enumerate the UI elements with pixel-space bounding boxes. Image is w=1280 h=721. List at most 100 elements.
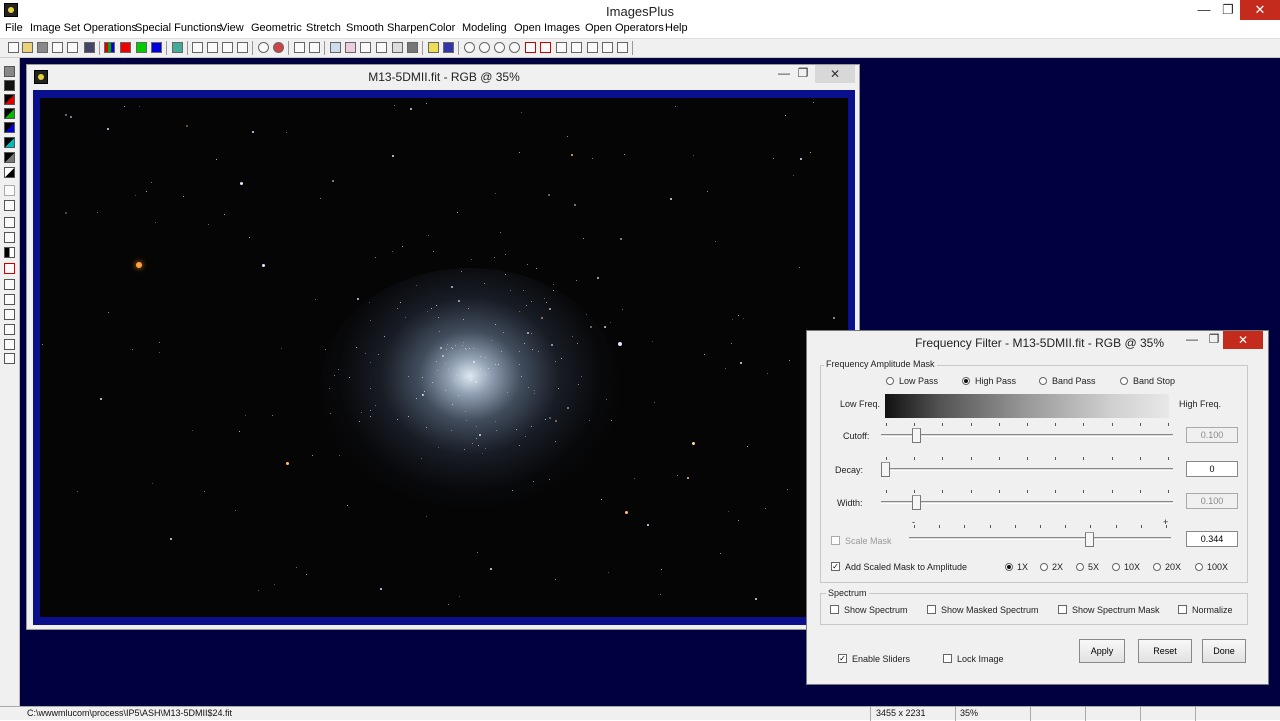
- arrow-up-icon[interactable]: [4, 294, 15, 305]
- window-size-3-icon[interactable]: [587, 42, 598, 53]
- frequency-filter-dialog[interactable]: Frequency Filter - M13-5DMII.fit - RGB @…: [806, 330, 1269, 685]
- grid-icon[interactable]: [172, 42, 183, 53]
- show-spectrum-mask-checkbox[interactable]: [1058, 605, 1067, 614]
- profile-icon[interactable]: [294, 42, 305, 53]
- arrow-right-icon[interactable]: [4, 309, 15, 320]
- scale-mask-slider[interactable]: [909, 525, 1171, 547]
- undo-all-icon[interactable]: [222, 42, 233, 53]
- crosshair-icon[interactable]: [376, 42, 387, 53]
- maximize-button[interactable]: ❐: [1214, 0, 1242, 21]
- menu-open-operators[interactable]: Open Operators: [585, 22, 664, 34]
- reset-button[interactable]: Reset: [1138, 639, 1192, 663]
- apply-button[interactable]: Apply: [1079, 639, 1125, 663]
- add-icon[interactable]: [360, 42, 371, 53]
- multiplier-1x-radio[interactable]: [1005, 563, 1013, 571]
- blue-black-icon[interactable]: [4, 122, 15, 133]
- mask-icon[interactable]: [443, 42, 454, 53]
- split-tool-icon[interactable]: [4, 247, 15, 258]
- decay-slider[interactable]: [881, 457, 1173, 477]
- black-icon[interactable]: [4, 80, 15, 91]
- multiplier-20x-radio[interactable]: [1153, 563, 1161, 571]
- menu-smooth-sharpen[interactable]: Smooth Sharpen: [346, 22, 429, 34]
- red-black-icon[interactable]: [4, 94, 15, 105]
- scale-mask-checkbox[interactable]: [831, 536, 840, 545]
- cyan-black-icon[interactable]: [4, 137, 15, 148]
- high-pass-radio[interactable]: [962, 377, 970, 385]
- cutoff-value-field[interactable]: 0.100: [1186, 427, 1238, 443]
- menu-modeling[interactable]: Modeling: [462, 22, 507, 34]
- save-icon[interactable]: [37, 42, 48, 53]
- reduce-icon[interactable]: [540, 42, 551, 53]
- menu-open-images[interactable]: Open Images: [514, 22, 580, 34]
- rotate-right-icon[interactable]: [4, 339, 15, 350]
- print-icon[interactable]: [84, 42, 95, 53]
- scale-mask-slider-thumb[interactable]: [1085, 532, 1094, 547]
- red-channel-icon[interactable]: [120, 42, 131, 53]
- image-window-close-button[interactable]: ✕: [815, 65, 855, 83]
- camera-icon[interactable]: [407, 42, 418, 53]
- cutoff-slider[interactable]: [881, 423, 1173, 443]
- lock-image-checkbox[interactable]: [943, 654, 952, 663]
- scale-mask-value-field[interactable]: 0.344: [1186, 531, 1238, 547]
- blue-channel-icon[interactable]: [151, 42, 162, 53]
- record-icon[interactable]: [273, 42, 284, 53]
- menu-color[interactable]: Color: [429, 22, 455, 34]
- menu-geometric[interactable]: Geometric: [251, 22, 302, 34]
- flip-icon[interactable]: [4, 353, 15, 364]
- window-size-4-icon[interactable]: [602, 42, 613, 53]
- rectangle-tool-icon[interactable]: [4, 217, 15, 228]
- menu-help[interactable]: Help: [665, 22, 688, 34]
- move-arrows-icon[interactable]: [4, 279, 15, 290]
- width-slider-thumb[interactable]: [912, 495, 921, 510]
- undo-icon[interactable]: [192, 42, 203, 53]
- save-view-icon[interactable]: [4, 66, 15, 77]
- zoom-out-icon[interactable]: [479, 42, 490, 53]
- window-size-5-icon[interactable]: [617, 42, 628, 53]
- close-image-icon[interactable]: [52, 42, 63, 53]
- levels-icon[interactable]: [330, 42, 341, 53]
- band-pass-radio[interactable]: [1039, 377, 1047, 385]
- rgb-channels-icon[interactable]: [104, 42, 115, 53]
- add-scaled-mask-checkbox[interactable]: ✓: [831, 562, 840, 571]
- dialog-close-button[interactable]: ✕: [1223, 331, 1263, 349]
- disabled-tool-icon[interactable]: [4, 185, 15, 196]
- cutoff-slider-thumb[interactable]: [912, 428, 921, 443]
- menu-stretch[interactable]: Stretch: [306, 22, 341, 34]
- width-slider[interactable]: [881, 490, 1173, 510]
- point-icon[interactable]: [258, 42, 269, 53]
- green-channel-icon[interactable]: [136, 42, 147, 53]
- enable-sliders-checkbox[interactable]: ✓: [838, 654, 847, 663]
- width-value-field[interactable]: 0.100: [1186, 493, 1238, 509]
- show-spectrum-checkbox[interactable]: [830, 605, 839, 614]
- multiplier-5x-radio[interactable]: [1076, 563, 1084, 571]
- low-pass-radio[interactable]: [886, 377, 894, 385]
- align-tool-icon[interactable]: [4, 232, 15, 243]
- close-all-icon[interactable]: [67, 42, 78, 53]
- show-masked-spectrum-checkbox[interactable]: [927, 605, 936, 614]
- close-button[interactable]: ✕: [1240, 0, 1280, 21]
- done-button[interactable]: Done: [1202, 639, 1246, 663]
- window-size-1-icon[interactable]: [556, 42, 567, 53]
- zoom-actual-icon[interactable]: [509, 42, 520, 53]
- curves-icon[interactable]: [345, 42, 356, 53]
- image-window-maximize-button[interactable]: ❐: [790, 66, 816, 80]
- redo-icon[interactable]: [207, 42, 218, 53]
- window-size-2-icon[interactable]: [571, 42, 582, 53]
- white-black-icon[interactable]: [4, 167, 15, 178]
- line-tool-icon[interactable]: [4, 200, 15, 211]
- redo-all-icon[interactable]: [237, 42, 248, 53]
- menu-special-functions[interactable]: Special Functions: [135, 22, 222, 34]
- menu-file[interactable]: File: [5, 22, 23, 34]
- band-stop-radio[interactable]: [1120, 377, 1128, 385]
- rotate-left-icon[interactable]: [4, 324, 15, 335]
- normalize-checkbox[interactable]: [1178, 605, 1187, 614]
- zoom-in-icon[interactable]: [464, 42, 475, 53]
- menu-image-set-operations[interactable]: Image Set Operations: [30, 22, 137, 34]
- gray-black-icon[interactable]: [4, 152, 15, 163]
- green-black-icon[interactable]: [4, 108, 15, 119]
- multiplier-100x-radio[interactable]: [1195, 563, 1203, 571]
- zoom-fit-icon[interactable]: [494, 42, 505, 53]
- multiplier-2x-radio[interactable]: [1040, 563, 1048, 571]
- menu-view[interactable]: View: [220, 22, 244, 34]
- decay-slider-thumb[interactable]: [881, 462, 890, 477]
